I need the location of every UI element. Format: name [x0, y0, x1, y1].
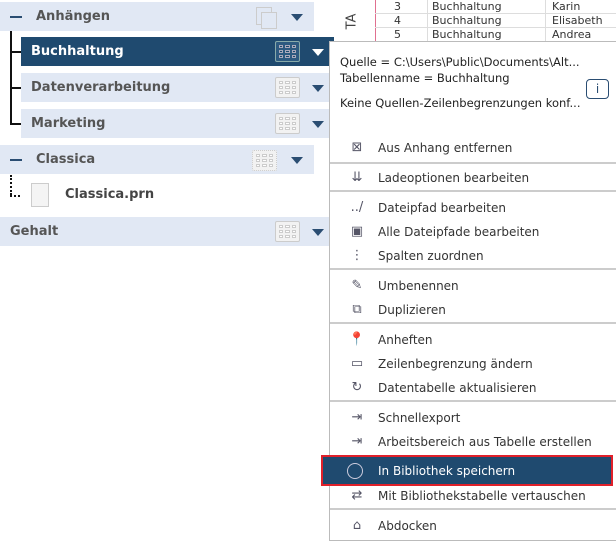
- cell: 4: [394, 14, 401, 27]
- group-classica[interactable]: Classica: [0, 145, 314, 174]
- menu-item[interactable]: ⋮ Spalten zuordnen: [330, 244, 616, 268]
- cell: 5: [394, 28, 401, 41]
- tree-item-classica-prn[interactable]: Classica.prn: [30, 183, 310, 209]
- cell: 3: [394, 0, 401, 13]
- chevron-down-icon[interactable]: [291, 157, 303, 164]
- menu-item-highlighted[interactable]: In Bibliothek speichern: [321, 455, 613, 486]
- collapse-icon[interactable]: [10, 16, 22, 18]
- duplicate-icon: ⧉: [352, 302, 362, 317]
- pin-icon: 📍: [348, 332, 366, 347]
- cell: Buchhaltung: [432, 0, 502, 13]
- chevron-down-icon[interactable]: [312, 49, 324, 56]
- chevron-down-icon[interactable]: [312, 85, 324, 92]
- create-workspace-icon: ⇥: [351, 434, 363, 449]
- menu-separator: [330, 190, 616, 192]
- group-gehalt[interactable]: Gehalt: [0, 217, 329, 246]
- table-side-label: TA: [344, 13, 360, 30]
- remove-from-append-icon: ⊠: [351, 140, 363, 155]
- map-columns-icon: ⋮: [350, 248, 364, 263]
- swap-library-icon: ⇄: [351, 488, 363, 503]
- menu-item[interactable]: ⊠ Aus Anhang entfernen: [330, 136, 616, 160]
- menu-item[interactable]: ↻ Datentabelle aktualisieren: [330, 376, 616, 400]
- info-row-limits: Keine Quellen-Zeilenbegrenzungen konf...: [340, 96, 581, 110]
- file-path-icon: ../: [350, 200, 364, 215]
- menu-item[interactable]: 📍 Anheften: [330, 328, 616, 352]
- chevron-down-icon[interactable]: [312, 121, 324, 128]
- group-anhaengen[interactable]: Anhängen: [0, 2, 314, 31]
- menu-item[interactable]: ▭ Zeilenbegrenzung ändern: [330, 352, 616, 376]
- table-icon: [275, 77, 300, 98]
- chevron-down-icon[interactable]: [312, 229, 324, 236]
- table-icon: [275, 113, 300, 134]
- load-options-icon: ⇊: [351, 170, 363, 185]
- menu-separator: [330, 508, 616, 510]
- save-library-icon: [347, 463, 363, 479]
- menu-item[interactable]: ⇄ Mit Bibliothekstabelle vertauschen: [330, 484, 616, 508]
- menu-item[interactable]: ⇥ Arbeitsbereich aus Tabelle erstellen: [330, 430, 616, 454]
- cell: Karin: [552, 0, 581, 13]
- row-limit-icon: ▭: [350, 356, 364, 371]
- table-stack-icon: [252, 150, 277, 171]
- info-source: Quelle = C:\Users\Public\Documents\Alt..…: [340, 55, 580, 69]
- rename-icon: ✎: [351, 278, 363, 293]
- menu-item[interactable]: ⇥ Schnellexport: [330, 406, 616, 430]
- menu-separator: [330, 400, 616, 402]
- menu-item[interactable]: ../Dateipfad bearbeiten: [330, 196, 616, 220]
- table-icon: [275, 41, 300, 62]
- info-icon[interactable]: i: [586, 79, 609, 99]
- menu-separator: [330, 322, 616, 324]
- cell: Andrea: [552, 28, 592, 41]
- tree-item-marketing[interactable]: Marketing: [21, 109, 329, 138]
- undock-icon: ⌂: [352, 518, 362, 533]
- all-file-paths-icon: ▣: [350, 224, 364, 239]
- background-table: TA 3 Buchhaltung Karin 4 Buchhaltung Eli…: [336, 0, 616, 41]
- info-table-name: Tabellenname = Buchhaltung: [340, 71, 510, 85]
- menu-separator: [330, 162, 616, 164]
- refresh-icon: ↻: [351, 380, 363, 395]
- menu-item[interactable]: ⌂ Abdocken: [330, 514, 616, 538]
- cell: Elisabeth: [552, 14, 603, 27]
- menu-item[interactable]: ✎ Umbenennen: [330, 274, 616, 298]
- menu-item[interactable]: ⇊ Ladeoptionen bearbeiten: [330, 166, 616, 190]
- file-chart-icon: [31, 183, 49, 207]
- menu-item[interactable]: ⧉ Duplizieren: [330, 298, 616, 322]
- cell: Buchhaltung: [432, 14, 502, 27]
- menu-separator: [330, 268, 616, 270]
- tree-item-datenverarbeitung[interactable]: Datenverarbeitung: [21, 73, 329, 102]
- menu-item[interactable]: ▣ Alle Dateipfade bearbeiten: [330, 220, 616, 244]
- collapse-icon[interactable]: [10, 159, 22, 161]
- table-icon: [275, 221, 300, 242]
- tree-item-buchhaltung[interactable]: Buchhaltung: [21, 37, 334, 66]
- chevron-down-icon[interactable]: [291, 14, 303, 21]
- export-icon: ⇥: [351, 410, 363, 425]
- cell: Buchhaltung: [432, 28, 502, 41]
